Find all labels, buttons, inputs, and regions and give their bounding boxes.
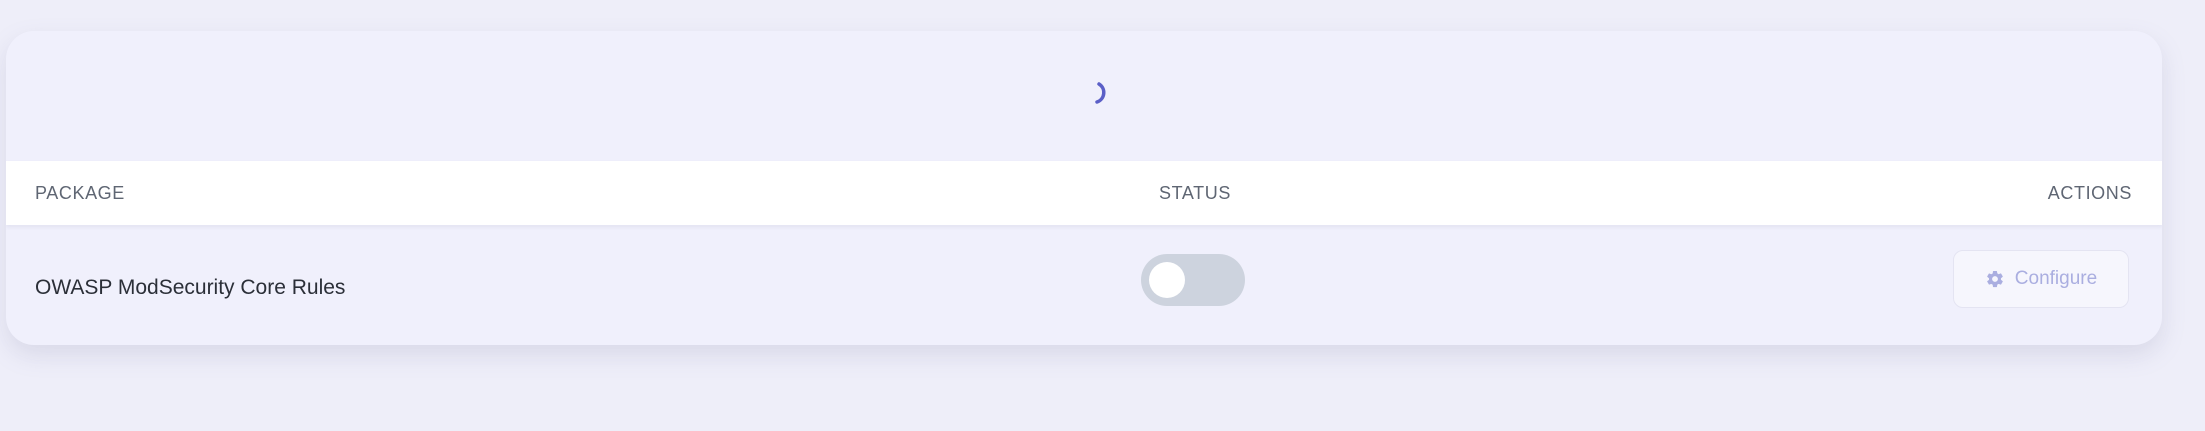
column-header-actions: ACTIONS xyxy=(2047,183,2132,203)
configure-button[interactable]: Configure xyxy=(1953,250,2129,308)
packages-card: PACKAGE STATUS ACTIONS OWASP ModSecurity… xyxy=(6,31,2162,345)
table-row: OWASP ModSecurity Core Rules Configure xyxy=(6,229,2162,345)
column-header-package: PACKAGE xyxy=(35,183,125,203)
status-toggle[interactable] xyxy=(1141,254,1245,306)
toggle-knob xyxy=(1149,262,1185,298)
configure-button-label: Configure xyxy=(2014,268,2098,289)
gear-icon xyxy=(1986,270,2003,288)
loading-area xyxy=(6,31,2162,161)
column-header-status: STATUS xyxy=(1159,183,1231,203)
table-header: PACKAGE STATUS ACTIONS xyxy=(6,161,2162,225)
package-name: OWASP ModSecurity Core Rules xyxy=(35,276,346,299)
spinner-icon xyxy=(1095,82,1106,104)
